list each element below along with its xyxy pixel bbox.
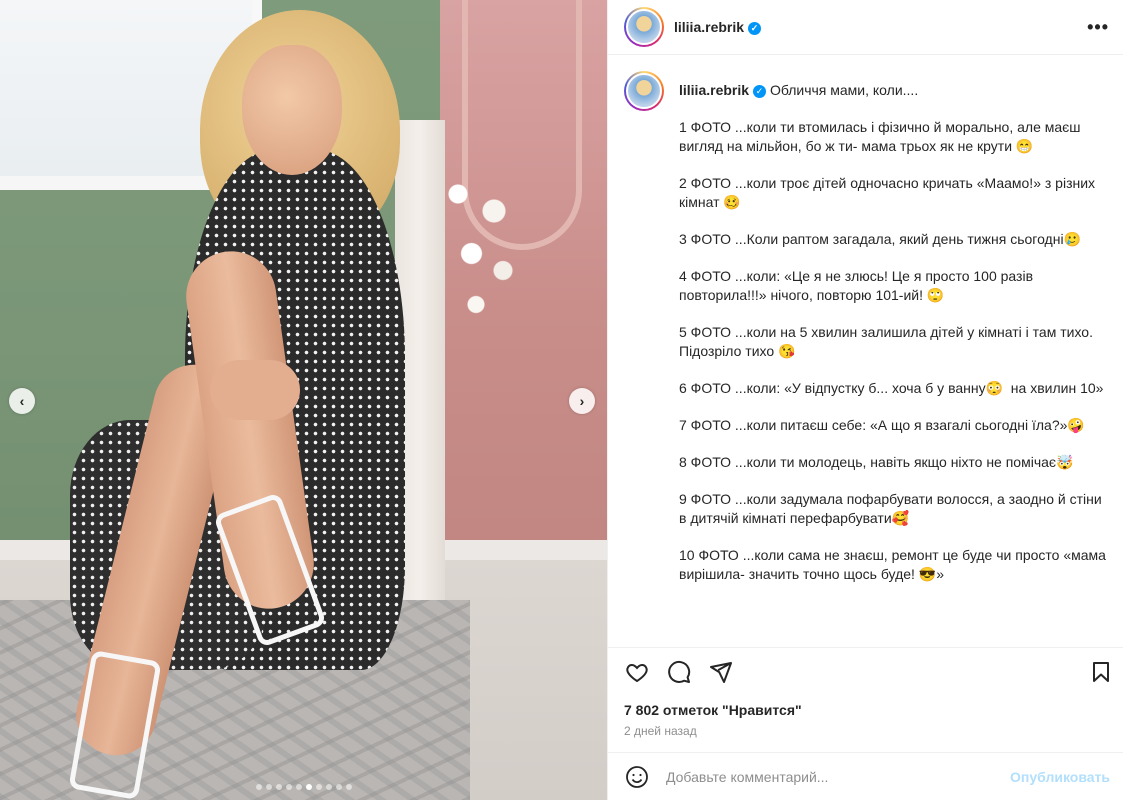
comment-button[interactable] (666, 659, 692, 685)
comment-bar: Опубликовать (608, 752, 1123, 800)
post-details-panel: liliia.rebrik ✓ ••• liliia.rebrik ✓ Обличч… (607, 0, 1123, 800)
caption-body: liliia.rebrik ✓ Обличчя мами, коли.... 1 … (679, 71, 1108, 584)
caption-username[interactable]: liliia.rebrik (679, 82, 749, 98)
carousel-dot (325, 784, 332, 790)
post-header: liliia.rebrik ✓ ••• (608, 0, 1123, 55)
comment-icon (668, 660, 691, 683)
caption-scroll-area[interactable]: liliia.rebrik ✓ Обличчя мами, коли.... 1 … (608, 55, 1123, 647)
carousel-dot (315, 784, 322, 790)
photo-flowers (440, 160, 530, 330)
heart-icon (626, 663, 648, 682)
like-button[interactable] (624, 659, 650, 685)
carousel-indicator (0, 784, 607, 790)
likes-count[interactable]: 7 802 отметок "Нравится" (624, 702, 802, 718)
caption-line: 6 ФОТО ...коли: «У відпустку б... хоча б… (679, 380, 1104, 396)
caption-line: 5 ФОТО ...коли на 5 хвилин залишила діте… (679, 324, 1093, 359)
carousel-prev-button[interactable]: ‹ (9, 388, 35, 414)
carousel-next-button[interactable]: › (569, 388, 595, 414)
username-text[interactable]: liliia.rebrik (674, 19, 744, 35)
carousel-dot (265, 784, 272, 790)
comment-input[interactable] (666, 768, 1011, 785)
caption-line: 9 ФОТО ...коли задумала пофарбувати воло… (679, 491, 1106, 526)
caption-comment: liliia.rebrik ✓ Обличчя мами, коли.... 1 … (624, 71, 1108, 584)
caption-line: 1 ФОТО ...коли ти втомилась і фізично й … (679, 119, 1085, 154)
caption-line: 4 ФОТО ...коли: «Це я не злюсь! Це я про… (679, 268, 1037, 303)
avatar-image (626, 9, 662, 45)
carousel-dot (275, 784, 282, 790)
author-username[interactable]: liliia.rebrik ✓ (674, 19, 762, 35)
post-comment-button[interactable]: Опубликовать (1010, 769, 1110, 785)
share-icon (710, 661, 732, 683)
verified-badge-icon: ✓ (748, 21, 762, 35)
save-button[interactable] (1088, 659, 1114, 685)
caption-avatar[interactable] (624, 71, 664, 111)
caption-line: 2 ФОТО ...коли троє дітей одночасно крич… (679, 175, 1099, 210)
emoji-icon (626, 765, 648, 788)
post-actions (608, 647, 1123, 695)
caption-line: 10 ФОТО ...коли сама не знаєш, ремонт це… (679, 547, 1110, 582)
bookmark-icon (1093, 661, 1109, 682)
carousel-dot (295, 784, 302, 790)
caption-line: 8 ФОТО ...коли ти молодець, навіть якщо … (679, 454, 1074, 470)
avatar[interactable] (624, 7, 664, 47)
carousel-dot (345, 784, 352, 790)
carousel-dot (255, 784, 262, 790)
caption-first-line: liliia.rebrik ✓ Обличчя мами, коли.... (679, 81, 1108, 100)
chevron-left-icon: ‹ (19, 393, 25, 409)
caption-line: 7 ФОТО ...коли питаєш себе: «А що я взаг… (679, 417, 1085, 433)
post-photo[interactable]: ‹ › (0, 0, 607, 800)
carousel-dot (285, 784, 292, 790)
photo-person-arm (210, 360, 300, 420)
emoji-button[interactable] (624, 764, 650, 790)
carousel-dot (335, 784, 342, 790)
chevron-right-icon: › (579, 393, 585, 409)
caption-intro: Обличчя мами, коли.... (769, 82, 919, 98)
avatar-image (626, 73, 662, 109)
more-options-icon[interactable]: ••• (1087, 17, 1109, 38)
post-date[interactable]: 2 дней назад (624, 724, 697, 738)
caption-line: 3 ФОТО ...Коли раптом загадала, який ден… (679, 231, 1081, 247)
verified-badge-icon: ✓ (753, 84, 767, 98)
share-button[interactable] (708, 659, 734, 685)
carousel-dot (305, 784, 312, 790)
photo-person-face (242, 45, 342, 175)
